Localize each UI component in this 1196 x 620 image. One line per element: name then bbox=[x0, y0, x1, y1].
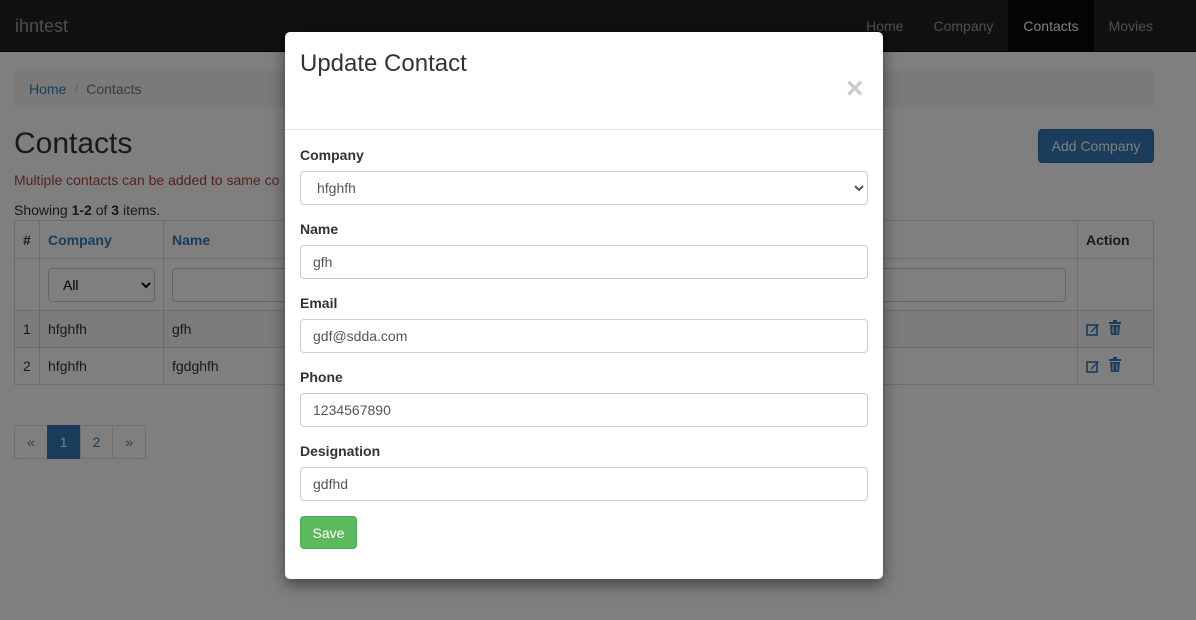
update-contact-modal: Update Contact × Company hfghfh Name Ema… bbox=[285, 32, 883, 579]
email-label: Email bbox=[300, 295, 338, 311]
designation-input[interactable] bbox=[300, 467, 868, 501]
email-field-group: Email bbox=[300, 295, 868, 353]
email-input[interactable] bbox=[300, 319, 868, 353]
phone-input[interactable] bbox=[300, 393, 868, 427]
designation-label: Designation bbox=[300, 443, 381, 459]
save-button[interactable]: Save bbox=[300, 516, 357, 549]
modal-header: Update Contact × bbox=[285, 32, 883, 130]
phone-label: Phone bbox=[300, 369, 343, 385]
company-select[interactable]: hfghfh bbox=[300, 171, 868, 205]
company-field-group: Company hfghfh bbox=[300, 147, 868, 205]
name-field-group: Name bbox=[300, 221, 868, 279]
name-input[interactable] bbox=[300, 245, 868, 279]
name-label: Name bbox=[300, 221, 339, 237]
phone-field-group: Phone bbox=[300, 369, 868, 427]
close-icon[interactable]: × bbox=[846, 74, 864, 104]
designation-field-group: Designation bbox=[300, 443, 868, 501]
modal-title: Update Contact bbox=[300, 50, 467, 77]
company-label: Company bbox=[300, 147, 364, 163]
